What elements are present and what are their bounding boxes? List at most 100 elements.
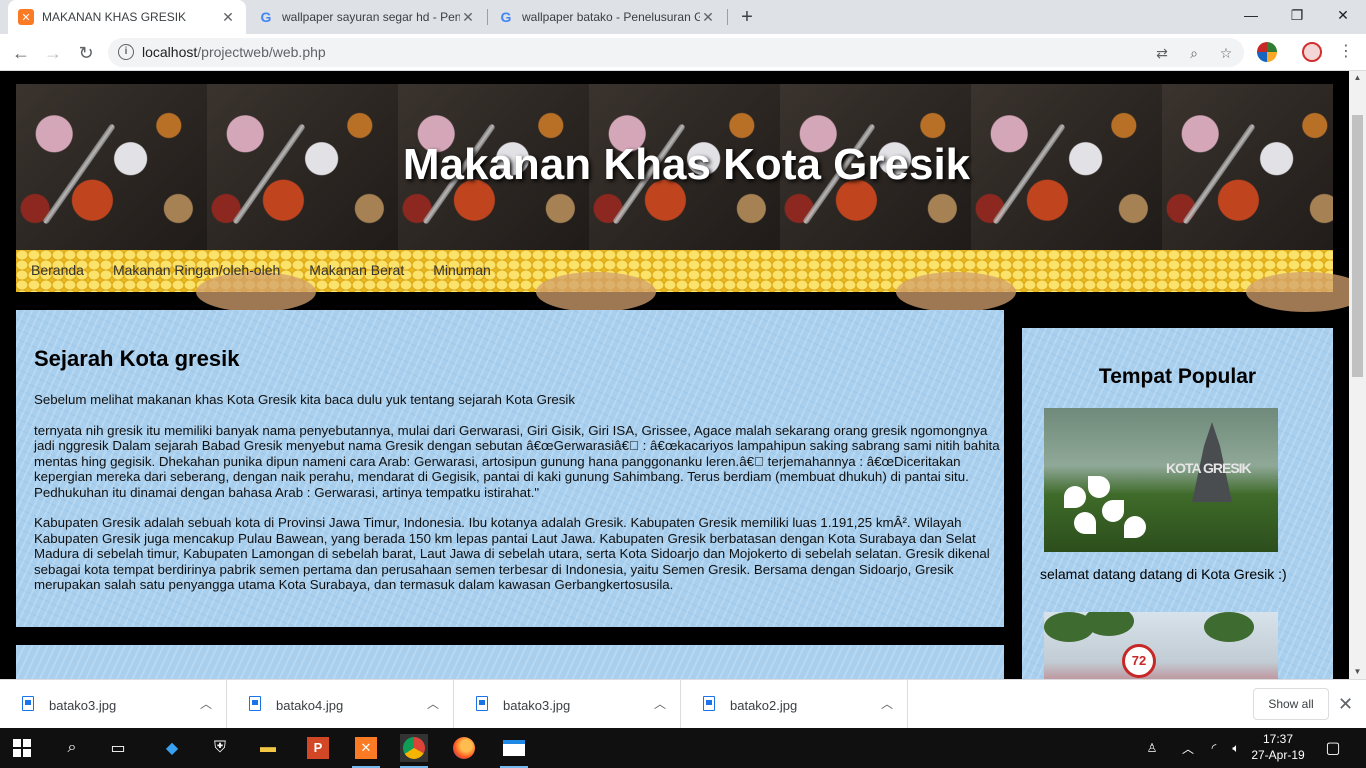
security-shield-icon[interactable]: ⛨ bbox=[206, 734, 234, 762]
profile-avatar[interactable] bbox=[1302, 42, 1322, 62]
download-item[interactable]: batako4.jpg ︿ bbox=[227, 680, 454, 729]
notification-icon[interactable]: ▢ bbox=[1320, 728, 1346, 768]
image-file-icon bbox=[703, 696, 715, 711]
close-icon[interactable]: ✕ bbox=[1338, 694, 1353, 715]
translate-icon[interactable]: ⇄ bbox=[1152, 43, 1172, 63]
chevron-up-icon[interactable]: ︿ bbox=[427, 695, 439, 712]
photo-sign-text: KOTA GRESIK bbox=[1166, 460, 1252, 476]
bowl-decoration bbox=[896, 272, 1016, 312]
zoom-icon[interactable]: ⌕ bbox=[1184, 43, 1204, 63]
bowl-decoration bbox=[196, 272, 316, 312]
windows-taskbar: ⌕ ▭ ◆ ⛨ ▬ P ✕ ♙ ︿ ◜ 🔈︎ 17:37 27-Apr-19 ▢ bbox=[0, 728, 1366, 768]
article-intro: Sebelum melihat makanan khas Kota Gresik… bbox=[34, 392, 576, 407]
close-icon[interactable]: ✕ bbox=[700, 9, 716, 26]
nav-beranda[interactable]: Beranda bbox=[31, 262, 84, 278]
article-paragraph: Kabupaten Gresik adalah sebuah kota di P… bbox=[34, 515, 990, 592]
flower-shape bbox=[1074, 512, 1096, 534]
nav-makanan-ringan[interactable]: Makanan Ringan/oleh-oleh bbox=[113, 262, 280, 278]
forward-button[interactable]: → bbox=[40, 40, 66, 66]
download-item[interactable]: batako3.jpg ︿ bbox=[0, 680, 227, 729]
new-tab-button[interactable]: + bbox=[736, 6, 758, 28]
anniversary-badge: 72 bbox=[1122, 644, 1156, 678]
xampp-taskbar-icon[interactable]: ✕ bbox=[352, 734, 380, 768]
close-window-button[interactable]: ✕ bbox=[1320, 0, 1366, 30]
chevron-up-icon[interactable]: ︿ bbox=[200, 695, 212, 712]
google-icon: G bbox=[260, 9, 272, 25]
palm-shape bbox=[1204, 612, 1254, 642]
article-panel: Sejarah Kota gresik Sebelum melihat maka… bbox=[16, 310, 1004, 627]
start-button[interactable] bbox=[8, 734, 36, 762]
page-viewport: Makanan Khas Kota Gresik Beranda Makanan… bbox=[0, 71, 1349, 679]
file-explorer-icon[interactable]: ▬ bbox=[254, 734, 282, 762]
close-icon[interactable]: ✕ bbox=[460, 9, 476, 26]
image-file-icon bbox=[249, 696, 261, 711]
article-panel-2 bbox=[16, 645, 1004, 679]
address-bar[interactable]: i localhost/projectweb/web.php ⇄ ⌕ ☆ bbox=[108, 38, 1244, 67]
sidebar-heading: Tempat Popular bbox=[1098, 365, 1257, 388]
menu-dots-icon[interactable]: ⋮ bbox=[1336, 42, 1356, 62]
volume-icon[interactable]: 🔈︎ bbox=[1226, 728, 1246, 768]
tab-title: wallpaper sayuran segar hd - Pen bbox=[282, 10, 460, 24]
clock-date: 27-Apr-19 bbox=[1251, 748, 1305, 762]
tab-title: wallpaper batako - Penelusuran G bbox=[522, 10, 700, 24]
search-icon[interactable]: ⌕ bbox=[58, 734, 86, 762]
clock-time: 17:37 bbox=[1262, 732, 1294, 746]
firefox-icon[interactable] bbox=[450, 734, 478, 762]
show-all-button[interactable]: Show all bbox=[1253, 688, 1329, 720]
flower-shape bbox=[1064, 486, 1086, 508]
article-paragraph: ternyata nih gresik itu memiliki banyak … bbox=[34, 422, 1000, 500]
tab-strip: ✕ MAKANAN KHAS GRESIK ✕ G wallpaper sayu… bbox=[0, 0, 1366, 34]
tab-makanan-khas-gresik[interactable]: ✕ MAKANAN KHAS GRESIK ✕ bbox=[8, 0, 246, 34]
gresik-anniversary-photo: 72 bbox=[1044, 612, 1278, 679]
url-text[interactable]: localhost/projectweb/web.php bbox=[142, 44, 326, 60]
network-icon[interactable]: ◜ bbox=[1204, 728, 1224, 768]
vscode-icon[interactable]: ◆ bbox=[158, 734, 186, 762]
google-icon: G bbox=[500, 9, 512, 25]
main-nav: Beranda Makanan Ringan/oleh-oleh Makanan… bbox=[16, 250, 1349, 312]
tab-title: MAKANAN KHAS GRESIK bbox=[42, 10, 187, 24]
flower-shape bbox=[1124, 516, 1146, 538]
back-button[interactable]: ← bbox=[8, 40, 34, 66]
download-bar: batako3.jpg ︿ batako4.jpg ︿ batako3.jpg … bbox=[0, 679, 1366, 729]
tab-wallpaper-batako[interactable]: G wallpaper batako - Penelusuran G ✕ bbox=[488, 0, 726, 34]
chevron-up-icon[interactable]: ︿ bbox=[654, 695, 666, 712]
scroll-thumb[interactable] bbox=[1352, 115, 1363, 377]
system-clock[interactable]: 17:37 27-Apr-19 bbox=[1248, 731, 1308, 763]
people-icon[interactable]: ♙ bbox=[1140, 728, 1164, 768]
scroll-up-arrow[interactable]: ▲ bbox=[1349, 71, 1366, 85]
nav-makanan-berat[interactable]: Makanan Berat bbox=[309, 262, 404, 278]
browser-toolbar: ← → ↻ i localhost/projectweb/web.php ⇄ ⌕… bbox=[0, 34, 1366, 71]
chevron-up-icon[interactable]: ︿ bbox=[1178, 728, 1198, 768]
reload-button[interactable]: ↻ bbox=[73, 40, 99, 66]
flower-shape bbox=[1102, 500, 1124, 522]
download-item[interactable]: batako3.jpg ︿ bbox=[454, 680, 681, 729]
task-view-icon[interactable]: ▭ bbox=[104, 734, 132, 762]
xampp-icon: ✕ bbox=[18, 9, 34, 25]
bookmark-star-icon[interactable]: ☆ bbox=[1216, 43, 1236, 63]
kota-gresik-photo: KOTA GRESIK bbox=[1044, 408, 1278, 552]
tab-separator bbox=[727, 9, 728, 25]
chevron-up-icon[interactable]: ︿ bbox=[881, 695, 893, 712]
nav-minuman[interactable]: Minuman bbox=[433, 262, 491, 278]
minimize-button[interactable]: — bbox=[1228, 0, 1274, 30]
flower-shape bbox=[1088, 476, 1110, 498]
extension-icon[interactable] bbox=[1257, 42, 1277, 62]
info-icon[interactable]: i bbox=[118, 44, 134, 60]
windows-logo-icon bbox=[13, 739, 31, 757]
download-item[interactable]: batako2.jpg ︿ bbox=[681, 680, 908, 729]
close-icon[interactable]: ✕ bbox=[220, 9, 236, 26]
maximize-button[interactable]: ❐ bbox=[1274, 0, 1320, 30]
app-window-icon[interactable] bbox=[500, 734, 528, 768]
header-banner: Makanan Khas Kota Gresik bbox=[16, 84, 1333, 250]
download-filename: batako3.jpg bbox=[49, 698, 117, 713]
scroll-down-arrow[interactable]: ▼ bbox=[1349, 665, 1366, 679]
page-scrollbar[interactable]: ▲ ▼ bbox=[1349, 71, 1366, 679]
tab-wallpaper-sayuran[interactable]: G wallpaper sayuran segar hd - Pen ✕ bbox=[248, 0, 486, 34]
chrome-icon[interactable] bbox=[400, 734, 428, 768]
image-file-icon bbox=[476, 696, 488, 711]
image-file-icon bbox=[22, 696, 34, 711]
photo-caption: selamat datang datang di Kota Gresik :) bbox=[1040, 566, 1287, 582]
bowl-decoration bbox=[536, 272, 656, 312]
page-title: Makanan Khas Kota Gresik bbox=[402, 140, 971, 189]
powerpoint-icon[interactable]: P bbox=[304, 734, 332, 762]
